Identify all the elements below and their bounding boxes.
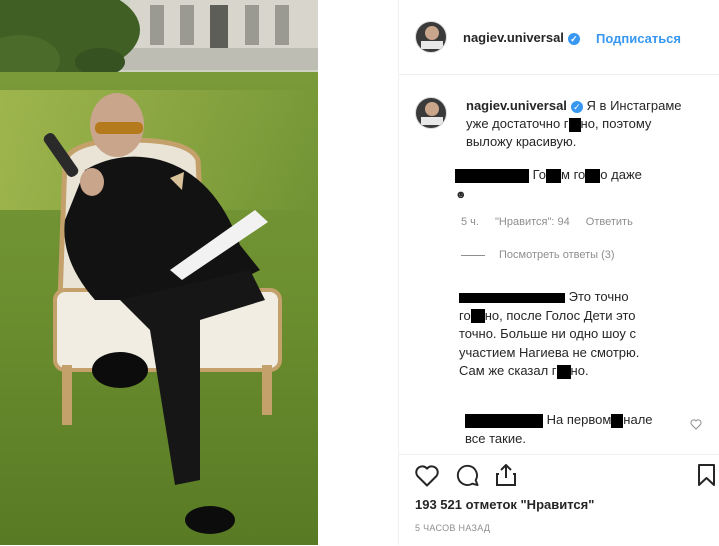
redaction-bar: [556, 364, 571, 379]
comment-1-emoji: ☻: [455, 188, 467, 201]
comment-like-heart-icon[interactable]: [690, 419, 702, 430]
caption-text-2: уже достаточно г: [466, 116, 569, 131]
caption-text-3: но, поэтому: [580, 116, 652, 131]
verified-icon: ✓: [567, 32, 580, 45]
redaction-bar: [568, 117, 581, 132]
comment-1-text-b: м го: [561, 167, 586, 182]
redaction-bar: [470, 309, 485, 324]
post-panel: nagiev.universal ✓ Подписаться nagiev.uni…: [398, 0, 719, 545]
redacted-username: [455, 168, 529, 183]
comment-3-text-a: На первом: [546, 412, 612, 427]
post-photo[interactable]: [0, 0, 318, 545]
redaction-bar: [585, 168, 601, 183]
header-username-text[interactable]: nagiev.universal: [463, 30, 564, 45]
comment-2-line1: Это точно: [568, 289, 629, 304]
post-header: nagiev.universal ✓ Подписаться: [399, 0, 719, 75]
comment-1-time[interactable]: 5 ч.: [461, 216, 479, 228]
redaction-bar: [546, 168, 562, 183]
caption-text-1: Я в Инстаграме: [586, 98, 682, 113]
post-time[interactable]: 5 ЧАСОВ НАЗАД: [415, 523, 490, 533]
redacted-username: [459, 292, 565, 303]
replies-divider: [461, 254, 485, 256]
comment-3-text-b: нале: [623, 412, 653, 427]
avatar-sign: [421, 117, 443, 125]
view-replies-button[interactable]: Посмотреть ответы (3): [461, 249, 615, 261]
caption-username[interactable]: nagiev.universal: [466, 98, 567, 113]
bookmark-icon[interactable]: [697, 463, 716, 487]
verified-icon: ✓: [570, 100, 583, 113]
redacted-username: [465, 413, 543, 428]
comment-2-line3: точно. Больше ни одно шоу с: [459, 326, 636, 341]
avatar-sign: [421, 41, 443, 49]
comment-1-likes[interactable]: "Нравится": 94: [495, 216, 570, 228]
redaction-bar: [611, 413, 624, 428]
likes-count[interactable]: 193 521 отметок "Нравится": [415, 497, 594, 512]
avatar[interactable]: [415, 21, 447, 53]
follow-button[interactable]: Подписаться: [596, 31, 681, 46]
comment-2-line5-a: Сам же сказал г: [459, 363, 557, 378]
caption-text-4: выложу красивую.: [466, 134, 577, 149]
avatar-face: [425, 26, 439, 40]
comment-1-text-c: о даже: [600, 167, 642, 182]
comment-1-text-a: Го: [532, 167, 547, 182]
comment-1-meta: 5 ч. "Нравится": 94 Ответить: [461, 216, 646, 228]
comment-icon[interactable]: [456, 464, 480, 487]
share-icon[interactable]: [495, 463, 517, 487]
post-caption: nagiev.universal ✓ Я в Инстаграме уже дос…: [466, 97, 691, 151]
comment-2-line2-a: го: [459, 307, 471, 323]
comment-2: Это точно го но, после Голос Дети это точ…: [459, 288, 639, 381]
comment-2-line5-b: но.: [570, 363, 589, 378]
caption-avatar[interactable]: [415, 97, 447, 129]
comment-3: На первом нале все такие.: [465, 411, 653, 448]
comment-1-reply-button[interactable]: Ответить: [586, 216, 633, 228]
heart-icon[interactable]: [415, 464, 439, 487]
comment-2-line2-b: но, после Голос Дети это: [484, 307, 636, 323]
comment-1: Го м го о даже ☻: [455, 166, 642, 204]
header-username[interactable]: nagiev.universal ✓: [463, 30, 580, 45]
view-replies-label[interactable]: Посмотреть ответы (3): [499, 249, 615, 261]
photo-illustration: [0, 0, 318, 545]
comment-2-line4: участием Нагиева не смотрю.: [459, 344, 640, 360]
post-actions: 193 521 отметок "Нравится" 5 ЧАСОВ НАЗАД: [399, 454, 719, 546]
avatar-face: [425, 102, 439, 116]
comment-3-line2: все такие.: [465, 430, 526, 446]
